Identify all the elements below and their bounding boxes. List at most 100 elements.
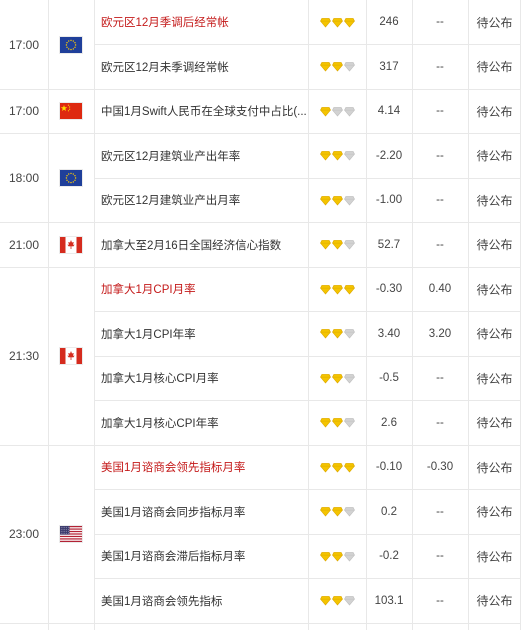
event-name[interactable]: 加拿大1月核心CPI年率: [94, 401, 308, 446]
forecast-value: --: [436, 194, 444, 207]
star-empty-icon: [343, 373, 355, 384]
event-time: 21:00: [8, 237, 40, 252]
flag-cell: [48, 223, 94, 268]
economic-calendar-table: 17:00 欧元区12月季调后经常帐 246 -- 待公布 欧元区12月未季调经常帐 317…: [0, 0, 521, 630]
forecast-value: --: [436, 372, 444, 385]
star-filled-icon: [331, 328, 343, 339]
event-name[interactable]: 欧元区12月建筑业产出月率: [94, 178, 308, 223]
column-divider: [94, 0, 95, 630]
event-name[interactable]: 美国1月谘商会领先指标月率: [94, 445, 308, 490]
release-status: 待公布: [476, 549, 513, 564]
importance-stars: [308, 134, 366, 179]
importance-stars: [308, 490, 366, 535]
star-filled-icon: [331, 150, 343, 161]
previous-value: 0.2: [381, 505, 397, 518]
previous-value: -2.20: [375, 149, 403, 162]
event-name[interactable]: 加拿大1月CPI月率: [94, 267, 308, 312]
star-filled-icon: [319, 195, 331, 206]
event-name[interactable]: 欧元区12月建筑业产出年率: [94, 134, 308, 179]
importance-stars: [308, 356, 366, 401]
flag-cell: [48, 134, 94, 223]
forecast-value: --: [436, 149, 444, 162]
flag-cell: [48, 0, 94, 89]
star-filled-icon: [331, 373, 343, 384]
release-status: 待公布: [476, 104, 513, 119]
star-empty-icon: [343, 417, 355, 428]
cn-flag-icon: [60, 103, 82, 120]
event-time: 21:30: [8, 349, 40, 363]
star-filled-icon: [319, 417, 331, 428]
importance-stars: [308, 0, 366, 45]
importance-stars: [308, 89, 366, 134]
star-filled-icon: [319, 61, 331, 72]
us-flag-icon: [60, 526, 82, 542]
star-empty-icon: [343, 595, 355, 606]
flag-cell: [48, 267, 94, 445]
previous-value: 2.6: [381, 416, 397, 429]
previous-value: 52.7: [377, 238, 401, 251]
column-divider: [366, 0, 367, 630]
release-status: 待公布: [476, 60, 513, 75]
previous-value: 246: [379, 16, 399, 29]
event-name[interactable]: 美国1月谘商会滞后指标月率: [94, 534, 308, 579]
event-time: 17:00: [8, 104, 40, 119]
release-status: 待公布: [476, 416, 513, 431]
previous-value: -0.30: [375, 283, 403, 296]
event-name[interactable]: 加拿大1月CPI年率: [94, 312, 308, 357]
star-filled-icon: [331, 61, 343, 72]
previous-value: 3.40: [377, 327, 401, 340]
star-filled-icon: [319, 373, 331, 384]
star-filled-icon: [331, 17, 343, 28]
event-time: 18:00: [8, 171, 40, 185]
star-empty-icon: [343, 239, 355, 250]
star-filled-icon: [343, 462, 355, 473]
event-time: 17:00: [8, 37, 40, 52]
previous-value: 103.1: [374, 594, 404, 607]
event-name[interactable]: 中国1月Swift人民币在全球支付中占比(...: [94, 89, 308, 134]
star-empty-icon: [343, 506, 355, 517]
importance-stars: [308, 534, 366, 579]
importance-stars: [308, 45, 366, 90]
column-divider: [468, 0, 469, 630]
importance-stars: [308, 312, 366, 357]
eu-flag-icon: [60, 170, 82, 186]
event-name[interactable]: 加拿大至2月16日全国经济信心指数: [94, 223, 308, 268]
release-status: 待公布: [476, 327, 513, 342]
flag-cell: [48, 445, 94, 623]
star-filled-icon: [319, 17, 331, 28]
star-empty-icon: [343, 195, 355, 206]
release-status: 待公布: [476, 460, 513, 475]
importance-stars: [308, 178, 366, 223]
event-name[interactable]: 美国1月谘商会同步指标月率: [94, 490, 308, 535]
star-empty-icon: [331, 106, 343, 117]
event-name[interactable]: 加拿大1月核心CPI月率: [94, 356, 308, 401]
event-name[interactable]: 欧元区12月未季调经常帐: [94, 45, 308, 90]
forecast-value: --: [436, 60, 444, 73]
star-filled-icon: [343, 17, 355, 28]
star-empty-icon: [343, 61, 355, 72]
event-time: 23:00: [8, 527, 40, 541]
event-name[interactable]: 美国1月谘商会领先指标: [94, 579, 308, 624]
star-filled-icon: [331, 462, 343, 473]
importance-stars: [308, 401, 366, 446]
forecast-value: --: [436, 16, 444, 29]
forecast-value: --: [436, 550, 444, 563]
column-divider: [48, 0, 49, 630]
star-filled-icon: [331, 595, 343, 606]
importance-stars: [308, 267, 366, 312]
forecast-value: -0.30: [426, 461, 454, 474]
star-filled-icon: [319, 328, 331, 339]
release-status: 待公布: [476, 193, 513, 208]
star-filled-icon: [331, 417, 343, 428]
forecast-value: --: [436, 416, 444, 429]
star-empty-icon: [343, 551, 355, 562]
forecast-value: --: [436, 505, 444, 518]
forecast-value: --: [436, 105, 444, 118]
column-divider: [308, 0, 309, 630]
forecast-value: 0.40: [428, 283, 452, 296]
event-name[interactable]: 欧元区12月季调后经常帐: [94, 0, 308, 45]
star-filled-icon: [319, 462, 331, 473]
star-filled-icon: [331, 506, 343, 517]
star-filled-icon: [331, 284, 343, 295]
star-filled-icon: [319, 551, 331, 562]
